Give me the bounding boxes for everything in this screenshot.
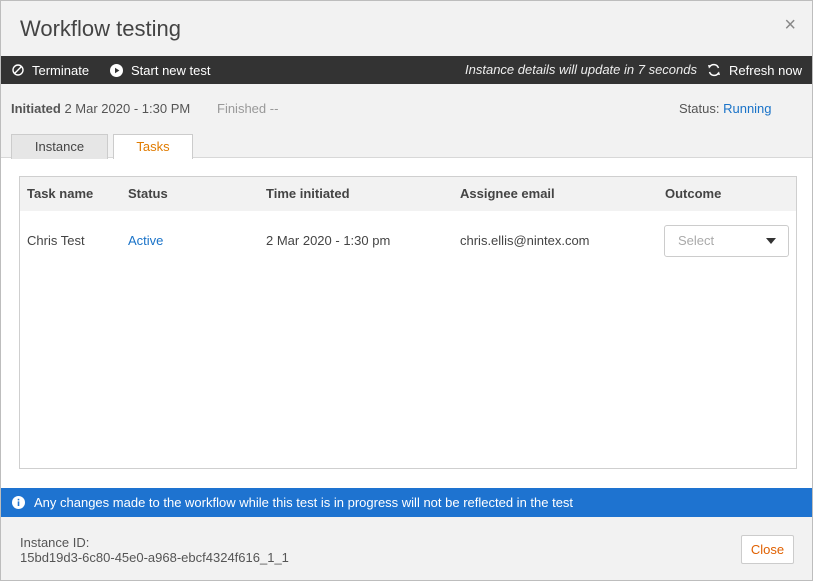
initiated-label: Initiated (11, 101, 61, 116)
dialog-title: Workflow testing (20, 16, 181, 41)
status-value: Running (723, 101, 772, 116)
initiated-info: Initiated 2 Mar 2020 - 1:30 PM (11, 101, 190, 116)
tasks-table: Task name Status Time initiated Assignee… (19, 176, 797, 469)
instance-id-value: 15bd19d3-6c80-45e0-a968-ebcf4324f616_1_1 (20, 550, 289, 565)
info-banner: Any changes made to the workflow while t… (1, 488, 812, 517)
play-icon (110, 63, 123, 77)
column-header-task-name: Task name (27, 186, 94, 201)
initiated-value: 2 Mar 2020 - 1:30 PM (64, 101, 191, 116)
info-icon (12, 496, 25, 509)
terminate-label: Terminate (32, 62, 90, 78)
refresh-icon (708, 63, 721, 77)
status-info: Status: Running (679, 101, 772, 116)
task-name-cell: Chris Test (27, 233, 85, 248)
column-header-outcome: Outcome (665, 186, 722, 201)
terminate-button[interactable]: Terminate (12, 56, 89, 84)
dialog-header: Workflow testing × (1, 1, 812, 56)
outcome-select-placeholder: Select (678, 233, 715, 248)
table-header: Task name Status Time initiated Assignee… (20, 177, 796, 211)
toolbar: Terminate Start new test Instance detail… (1, 56, 812, 84)
assignee-email-cell: chris.ellis@nintex.com (460, 233, 590, 248)
time-initiated-cell: 2 Mar 2020 - 1:30 pm (266, 233, 391, 248)
status-label: Status: (679, 101, 720, 116)
instance-meta: Initiated 2 Mar 2020 - 1:30 PM Finished … (1, 84, 812, 159)
finished-info: Finished -- (217, 101, 279, 116)
column-header-status: Status (128, 186, 168, 201)
refresh-now-button[interactable]: Refresh now (707, 56, 802, 84)
tab-tasks[interactable]: Tasks (113, 134, 193, 159)
task-status-cell: Active (128, 233, 164, 248)
close-button[interactable]: Close (741, 535, 794, 564)
chevron-down-icon (766, 238, 776, 244)
instance-id-label: Instance ID: (20, 535, 90, 550)
table-row: Chris Test Active 2 Mar 2020 - 1:30 pm c… (20, 211, 796, 271)
terminate-icon (12, 64, 24, 76)
close-icon[interactable]: × (784, 15, 796, 35)
dialog-footer: Instance ID: 15bd19d3-6c80-45e0-a968-ebc… (1, 517, 812, 580)
workflow-testing-dialog: Workflow testing × Terminate Start new t… (0, 0, 813, 581)
outcome-select[interactable]: Select (664, 225, 789, 257)
start-new-test-button[interactable]: Start new test (110, 56, 210, 84)
tab-instance[interactable]: Instance (11, 134, 108, 159)
info-banner-text: Any changes made to the workflow while t… (34, 495, 574, 510)
start-new-test-label: Start new test (131, 62, 211, 78)
update-countdown-note: Instance details will update in 7 second… (465, 62, 697, 77)
refresh-now-label: Refresh now (729, 62, 802, 78)
column-header-assignee-email: Assignee email (460, 186, 555, 201)
column-header-time-initiated: Time initiated (266, 186, 350, 201)
